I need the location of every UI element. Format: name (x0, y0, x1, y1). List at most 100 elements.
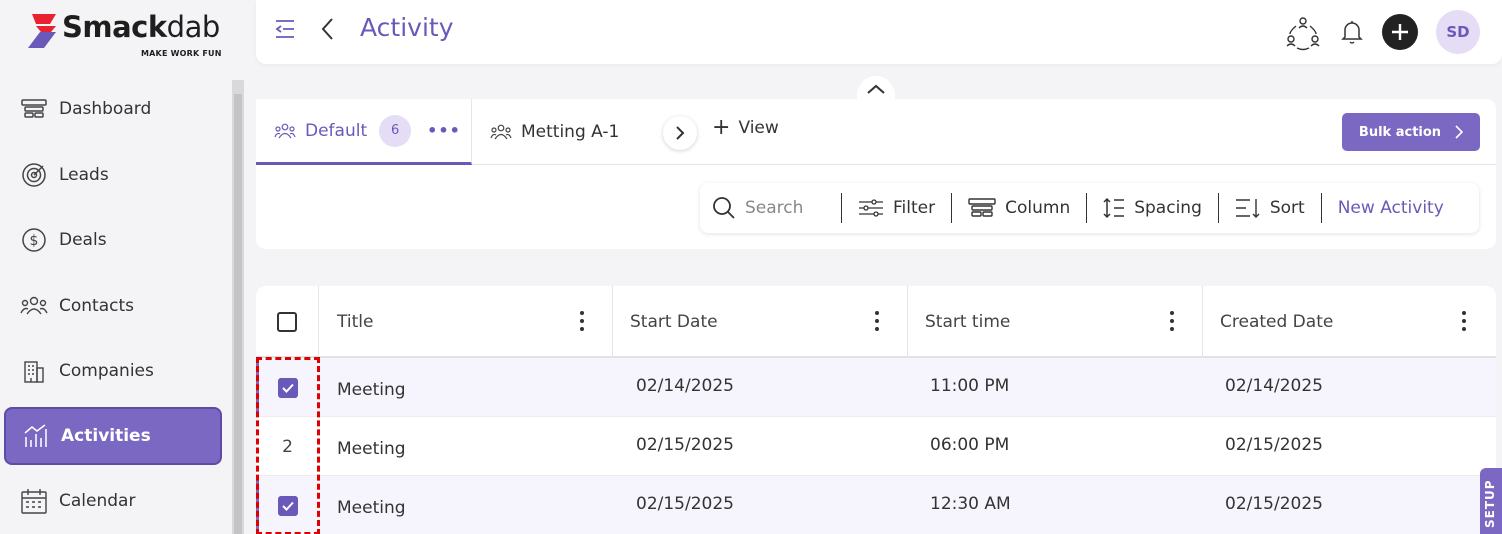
building-icon (20, 357, 48, 385)
column-header-title[interactable]: Title (319, 286, 613, 358)
sort-label: Sort (1269, 198, 1305, 218)
cell-title[interactable]: Meeting (337, 360, 406, 419)
sidebar-item-label: Contacts (59, 296, 134, 316)
tab-default[interactable]: Default 6 ••• (256, 99, 472, 165)
table-header: Title Start Date Start time Created Date (256, 286, 1496, 358)
header-actions: SD (1266, 10, 1480, 54)
row-checkbox[interactable] (277, 495, 298, 516)
row-number: 2 (282, 436, 293, 457)
user-avatar[interactable]: SD (1436, 10, 1480, 54)
brand-name: Smackdab (62, 10, 220, 44)
collapse-menu-icon[interactable] (274, 18, 296, 44)
column-header-label: Created Date (1220, 312, 1334, 332)
filter-sliders-icon (858, 198, 884, 218)
table-row[interactable]: 2 Meeting 02/15/2025 06:00 PM 02/15/2025 (256, 417, 1496, 476)
scrollbar-thumb[interactable] (234, 94, 242, 534)
people-icon (490, 124, 512, 140)
sidebar-item-deals[interactable]: $ Deals (4, 211, 222, 269)
spacing-label: Spacing (1134, 198, 1202, 218)
filter-label: Filter (893, 198, 936, 218)
row-select-cell (256, 358, 319, 417)
add-view-label: View (738, 118, 779, 138)
create-plus-button[interactable] (1382, 14, 1418, 50)
cell-title[interactable]: Meeting (337, 419, 406, 478)
tab-label: Default (305, 120, 368, 141)
sidebar-item-label: Companies (59, 361, 154, 381)
column-menu-icon[interactable] (1170, 310, 1174, 332)
views-panel: Default 6 ••• Metting A-1 + View Bulk ac… (256, 99, 1496, 249)
sort-icon (1235, 197, 1261, 219)
column-label: Column (1005, 198, 1071, 218)
column-header-created-date[interactable]: Created Date (1203, 286, 1496, 358)
column-menu-icon[interactable] (1462, 310, 1466, 332)
dollar-icon: $ (20, 226, 48, 254)
select-all-checkbox[interactable] (277, 312, 297, 332)
chevron-right-icon (1455, 125, 1464, 139)
column-header-start-date[interactable]: Start Date (613, 286, 908, 358)
column-header-start-time[interactable]: Start time (908, 286, 1203, 358)
cell-start-time: 11:00 PM (930, 375, 1010, 396)
table-row[interactable]: Meeting 02/14/2025 11:00 PM 02/14/2025 (256, 358, 1496, 417)
add-view-button[interactable]: + View (712, 117, 779, 139)
sidebar-item-activities[interactable]: Activities (4, 407, 222, 465)
more-options-icon[interactable]: ••• (427, 121, 461, 140)
columns-icon (968, 198, 996, 218)
cell-title[interactable]: Meeting (337, 478, 406, 534)
svg-text:$: $ (30, 233, 39, 249)
row-select-cell (256, 476, 319, 534)
sidebar-scrollbar[interactable] (232, 80, 244, 534)
column-menu-icon[interactable] (580, 310, 584, 332)
contacts-icon (20, 292, 48, 320)
cell-start-time: 06:00 PM (930, 434, 1010, 455)
table-toolbar: Search Filter Column Spacing Sort New Ac… (700, 183, 1479, 233)
brand-logo[interactable]: Smackdab MAKE WORK FUN (26, 10, 226, 58)
new-activity-button[interactable]: New Activity (1322, 193, 1460, 223)
sidebar-item-calendar[interactable]: Calendar (4, 472, 222, 530)
logo-mark-icon (28, 14, 56, 48)
search-placeholder: Search (745, 198, 804, 218)
sidebar-item-contacts[interactable]: Contacts (4, 277, 222, 335)
bulk-action-label: Bulk action (1358, 124, 1442, 140)
setup-side-tab[interactable]: SETUP (1480, 468, 1502, 534)
column-menu-icon[interactable] (875, 310, 879, 332)
cell-created-date: 02/15/2025 (1225, 493, 1323, 514)
top-bar: Activity SD (256, 0, 1502, 64)
row-checkbox[interactable] (277, 377, 298, 398)
brand-tagline: MAKE WORK FUN (141, 49, 222, 58)
cell-created-date: 02/14/2025 (1225, 375, 1323, 396)
bell-icon[interactable] (1340, 19, 1364, 45)
sidebar-item-leads[interactable]: Leads (4, 146, 222, 204)
sidebar-item-label: Activities (61, 426, 151, 446)
target-icon (20, 161, 48, 189)
sidebar-item-dashboard[interactable]: Dashboard (4, 80, 222, 138)
plus-icon: + (712, 115, 731, 140)
filter-button[interactable]: Filter (842, 193, 953, 223)
setup-label: SETUP (1483, 479, 1497, 528)
sidebar-item-companies[interactable]: Companies (4, 342, 222, 400)
view-tabs: Default 6 ••• Metting A-1 + View Bulk ac… (256, 99, 1496, 165)
tab-metting-a-1[interactable]: Metting A-1 (490, 99, 619, 165)
sort-button[interactable]: Sort (1219, 193, 1322, 223)
activity-chart-icon (22, 422, 50, 450)
column-button[interactable]: Column (952, 193, 1088, 223)
table-row[interactable]: Meeting 02/15/2025 12:30 AM 02/15/2025 (256, 476, 1496, 534)
cell-start-time: 12:30 AM (930, 493, 1011, 514)
search-icon (712, 196, 736, 220)
back-arrow-icon[interactable] (320, 16, 336, 46)
people-icon (274, 123, 296, 139)
column-header-label: Start Date (630, 312, 718, 332)
search-input[interactable]: Search (700, 193, 842, 223)
column-header-label: Start time (925, 312, 1011, 332)
page-title: Activity (360, 13, 454, 42)
spacing-button[interactable]: Spacing (1087, 193, 1219, 223)
tab-count-badge: 6 (379, 114, 412, 147)
row-number-cell: 2 (256, 417, 319, 476)
sidebar: Smackdab MAKE WORK FUN Dashboard Leads $… (0, 0, 232, 534)
bulk-action-button[interactable]: Bulk action (1342, 113, 1480, 151)
sidebar-item-label: Dashboard (59, 99, 152, 119)
sidebar-item-label: Leads (59, 165, 109, 185)
next-tabs-button[interactable] (663, 116, 697, 150)
network-icon[interactable] (1284, 13, 1322, 51)
calendar-icon (20, 487, 48, 515)
column-header-label: Title (337, 312, 374, 332)
